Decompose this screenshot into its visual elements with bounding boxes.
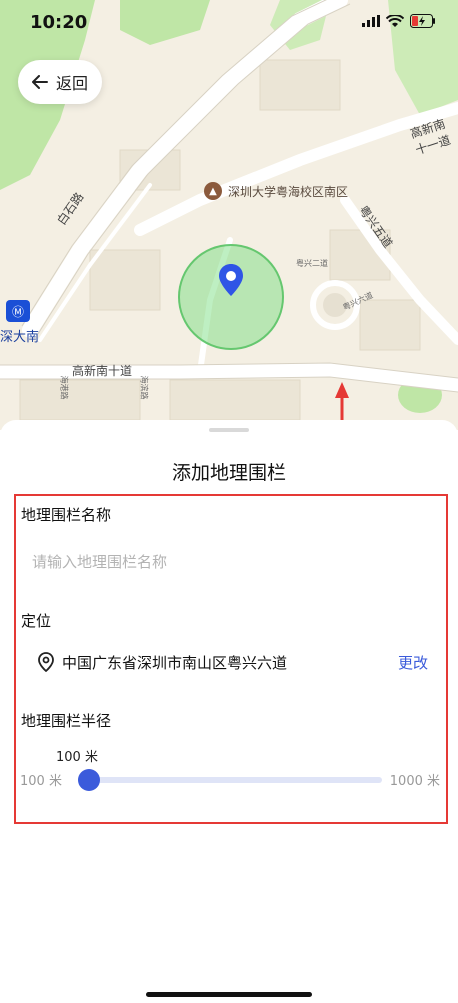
arrow-left-icon (31, 75, 48, 89)
location-text: 中国广东省深圳市南山区粤兴六道 (62, 653, 288, 672)
name-input[interactable] (32, 548, 422, 576)
geofence-form: 地理围栏名称 定位 中国广东省深圳市南山区粤兴六道 更改 地理围栏半径 100 … (14, 494, 448, 824)
road-label-small-b: 海滨路 (139, 375, 149, 400)
metro-icon[interactable]: Ⓜ (6, 300, 30, 322)
location-pin-icon (38, 652, 54, 672)
bottom-sheet: 添加地理围栏 地理围栏名称 定位 中国广东省深圳市南山区粤兴六道 更改 地理围栏… (0, 420, 458, 1003)
poi-marker[interactable]: ▲ 深圳大学粤海校区南区 (204, 182, 348, 200)
battery-charging-icon (410, 14, 435, 28)
location-label: 定位 (21, 612, 52, 630)
back-button[interactable]: 返回 (18, 60, 102, 104)
poi-label: 深圳大学粤海校区南区 (228, 184, 349, 199)
metro-label: 深大南 (0, 330, 40, 345)
map-pin-icon[interactable] (218, 263, 244, 297)
name-label: 地理围栏名称 (21, 506, 112, 524)
status-time: 10:20 (30, 12, 88, 33)
status-icons (362, 14, 436, 28)
home-indicator (146, 992, 312, 997)
radius-label: 地理围栏半径 (21, 712, 112, 730)
status-bar: 10:20 (0, 0, 458, 50)
sheet-title: 添加地理围栏 (171, 462, 286, 484)
road-label-small-a: 海港路 (59, 375, 69, 400)
radius-max: 1000 米 (389, 774, 440, 789)
road-label-yuehai-two: 粤兴二道 (296, 259, 328, 268)
graduation-cap-icon: ▲ (204, 182, 222, 200)
road-label-gaoxin-south: 高新南十道 (72, 364, 133, 378)
location-change-link[interactable]: 更改 (398, 652, 428, 673)
drag-handle[interactable] (209, 428, 249, 432)
geofence-circle (178, 244, 284, 350)
wifi-icon (386, 14, 404, 27)
location-row: 中国广东省深圳市南山区粤兴六道 更改 (38, 650, 428, 674)
back-label: 返回 (55, 74, 88, 93)
radius-min: 100 米 (20, 774, 62, 789)
radius-slider-thumb[interactable] (78, 769, 100, 791)
map-view[interactable]: 10:20 返回 ▲ 深圳大学粤海校区南区 Ⓜ 深大南 白石路 高新南十一道 高… (0, 0, 458, 430)
radius-value: 100 米 (56, 750, 98, 765)
radius-slider[interactable] (78, 769, 382, 791)
signal-icon (362, 15, 380, 27)
